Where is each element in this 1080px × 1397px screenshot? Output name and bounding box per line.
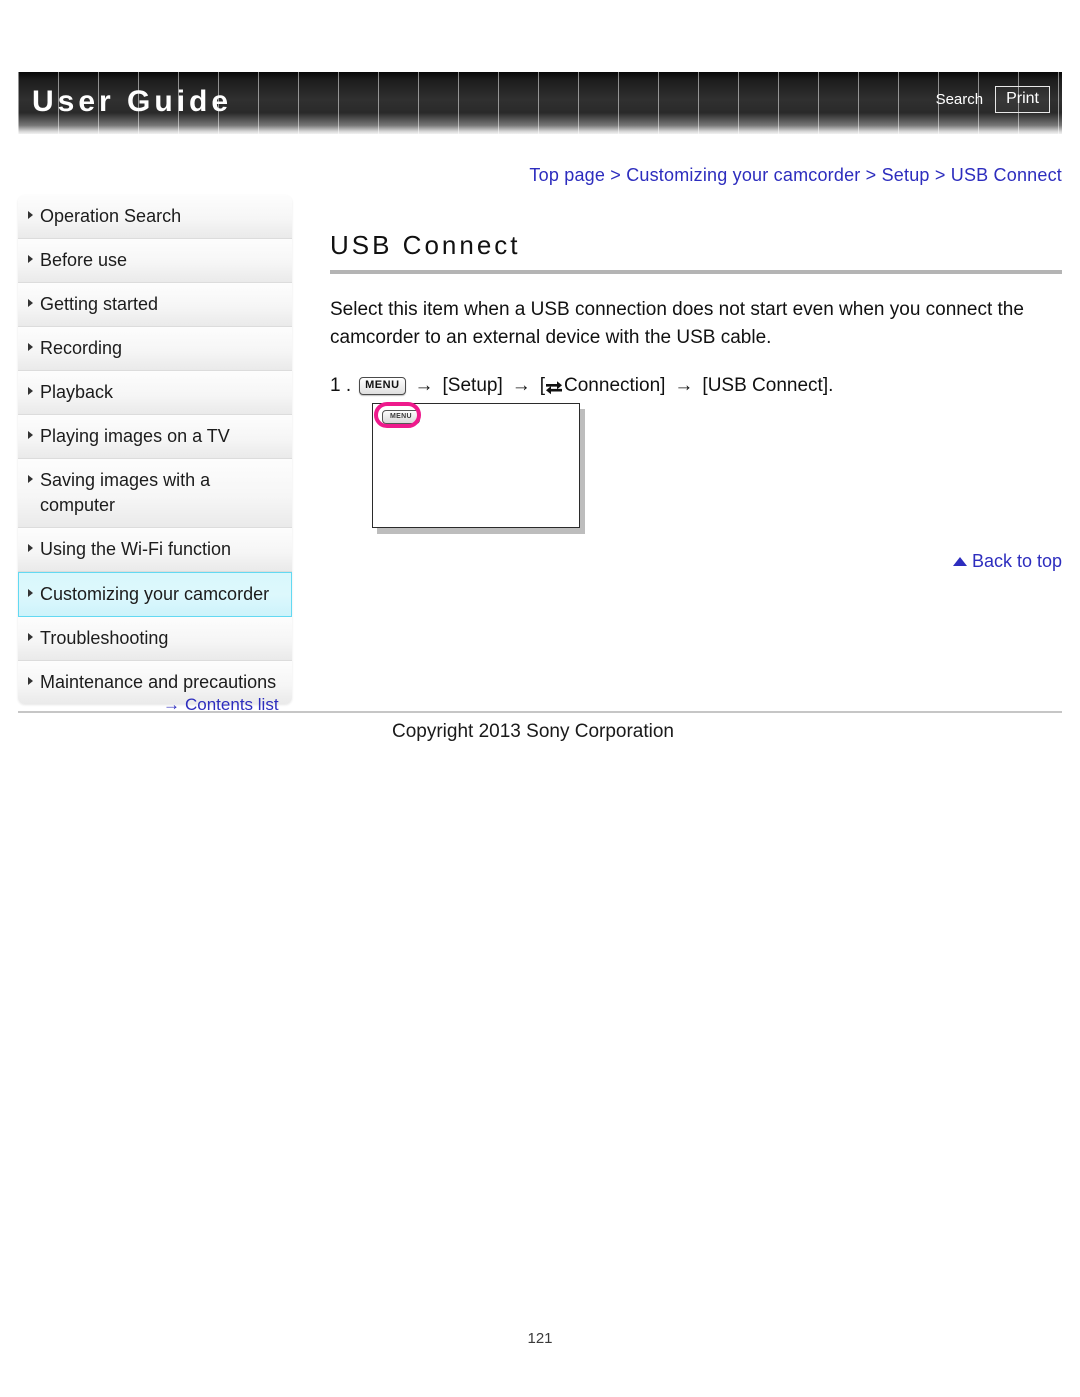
step-connection-label: Connection] <box>564 375 666 396</box>
back-to-top-label: Back to top <box>971 551 1062 571</box>
sidebar-nav: Operation Search Before use Getting star… <box>18 195 292 704</box>
triangle-bullet-icon <box>28 255 33 263</box>
sidebar-item-label: Troubleshooting <box>40 628 169 648</box>
up-triangle-icon <box>952 557 967 566</box>
sidebar-item-label: Saving images with a computer <box>40 470 211 515</box>
back-to-top-link[interactable]: Back to top <box>952 551 1062 572</box>
site-header: User Guide Search Print <box>18 72 1062 134</box>
search-link[interactable]: Search <box>936 90 984 110</box>
sidebar-item-label: Maintenance and precautions <box>40 672 277 692</box>
sidebar-item-getting-started[interactable]: Getting started <box>18 283 292 327</box>
triangle-bullet-icon <box>28 544 33 552</box>
sidebar-item-playing-images-on-a-tv[interactable]: Playing images on a TV <box>18 415 292 459</box>
sidebar-item-label: Operation Search <box>40 206 182 226</box>
header-actions: Search Print <box>936 86 1050 113</box>
triangle-bullet-icon <box>28 677 33 685</box>
right-arrow-icon: → <box>511 375 531 396</box>
sidebar-item-label: Using the Wi-Fi function <box>40 539 232 559</box>
triangle-bullet-icon <box>28 431 33 439</box>
site-title: User Guide <box>32 85 233 118</box>
sidebar-item-label: Playback <box>40 382 114 402</box>
triangle-bullet-icon <box>28 633 33 641</box>
triangle-bullet-icon <box>28 343 33 351</box>
sidebar-item-label: Recording <box>40 338 123 358</box>
camcorder-screen-illustration: MENU <box>372 402 585 534</box>
step-setup-label: [Setup] <box>442 375 503 396</box>
page-number: 121 <box>527 1330 553 1347</box>
sidebar-item-label: Playing images on a TV <box>40 426 230 446</box>
footer-divider <box>18 711 1062 713</box>
illustration-frame: MENU <box>372 402 580 528</box>
title-divider <box>330 270 1062 274</box>
sidebar-item-label: Getting started <box>40 294 159 314</box>
connection-arrows-icon <box>545 377 563 395</box>
sidebar-item-label: Before use <box>40 250 128 270</box>
intro-paragraph: Select this item when a USB connection d… <box>330 299 1024 348</box>
sidebar-item-operation-search[interactable]: Operation Search <box>18 195 292 239</box>
sidebar-item-customizing-your-camcorder[interactable]: Customizing your camcorder <box>18 572 292 617</box>
step-usb-connect-label: [USB Connect]. <box>702 375 834 396</box>
triangle-bullet-icon <box>28 211 33 219</box>
sidebar-item-before-use[interactable]: Before use <box>18 239 292 283</box>
sidebar-item-troubleshooting[interactable]: Troubleshooting <box>18 617 292 661</box>
menu-button-icon: MENU <box>359 377 406 395</box>
sidebar-item-playback[interactable]: Playback <box>18 371 292 415</box>
breadcrumb[interactable]: Top page > Customizing your camcorder > … <box>529 165 1062 186</box>
triangle-bullet-icon <box>28 387 33 395</box>
highlight-callout <box>374 402 421 428</box>
right-arrow-icon: → <box>414 375 434 396</box>
step-1: 1 . MENU → [Setup] → [ Connection] → [US… <box>330 371 1062 401</box>
main-content: USB Connect Select this item when a USB … <box>330 228 1062 401</box>
copyright-text: Copyright 2013 Sony Corporation <box>392 721 675 742</box>
sidebar-item-recording[interactable]: Recording <box>18 327 292 371</box>
step-number: 1 . <box>330 375 352 396</box>
page-title: USB Connect <box>330 230 521 260</box>
print-button[interactable]: Print <box>995 86 1050 113</box>
right-arrow-icon: → <box>674 375 694 396</box>
triangle-bullet-icon <box>28 475 33 483</box>
sidebar-item-label: Customizing your camcorder <box>40 584 270 604</box>
sidebar-item-saving-images-with-a-computer[interactable]: Saving images with a computer <box>18 459 292 528</box>
triangle-bullet-icon <box>28 299 33 307</box>
triangle-bullet-icon <box>28 589 33 597</box>
sidebar-item-using-the-wi-fi-function[interactable]: Using the Wi-Fi function <box>18 528 292 572</box>
